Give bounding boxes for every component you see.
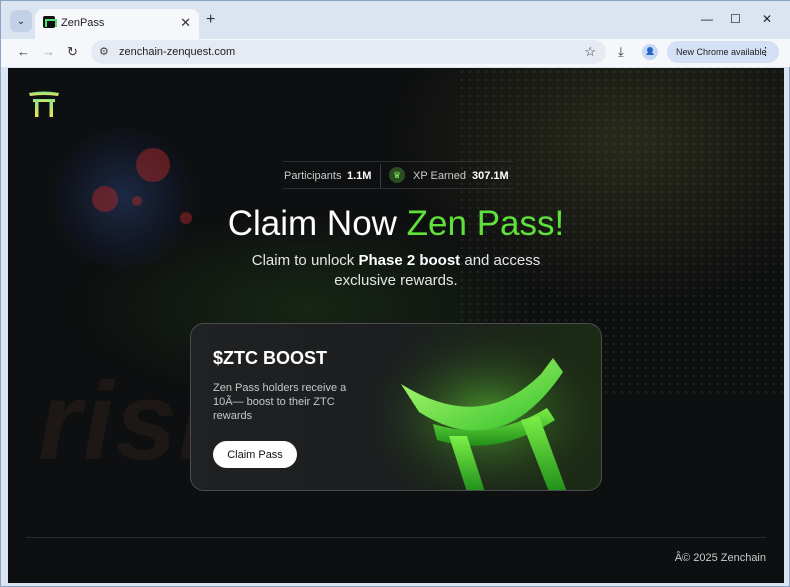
subtitle-part-1: Claim to unlock: [251, 252, 359, 269]
stats-bar: Participants 1.1M ♛ XP Earned 307.1M: [283, 161, 513, 189]
reload-button[interactable]: ↻: [67, 44, 78, 60]
page-title: Claim Now Zen Pass!: [8, 204, 784, 244]
tab-title: ZenPass: [61, 17, 105, 29]
subtitle-bold: Phase 2 boost: [358, 252, 461, 269]
tab-search-button[interactable]: ⌄: [10, 10, 32, 32]
minimize-button[interactable]: —: [701, 12, 713, 26]
card-title: $ZTC BOOST: [213, 348, 328, 368]
address-bar[interactable]: ⚙ zenchain-zenquest.com ☆: [91, 40, 606, 64]
download-icon[interactable]: ⤓: [618, 44, 624, 60]
tab-bar: ⌄ ZenPass ✕ + — ☐ ✕: [1, 1, 790, 39]
footer-copyright: Â© 2025 Zenchain: [674, 552, 766, 564]
zenpass-favicon-icon: [43, 16, 57, 28]
chrome-update-button[interactable]: New Chrome available ⋮: [667, 41, 779, 63]
browser-toolbar: ← → ↻ ⚙ zenchain-zenquest.com ☆ ⤓ New Ch…: [1, 39, 790, 67]
browser-window: ⌄ ZenPass ✕ + — ☐ ✕ ← → ↻ ⚙ zenchain-zen…: [0, 0, 790, 587]
new-tab-button[interactable]: +: [206, 12, 215, 28]
maximize-button[interactable]: ☐: [730, 12, 741, 26]
back-button[interactable]: ←: [17, 44, 30, 59]
boost-card: $ZTC BOOST Zen Pass holders receive a 10…: [190, 323, 602, 491]
tab-close-icon[interactable]: ✕: [180, 15, 191, 31]
zenchain-logo-icon[interactable]: [28, 90, 60, 118]
chrome-update-label: New Chrome available: [676, 47, 767, 57]
background-red-blob: [136, 148, 170, 182]
site-info-icon[interactable]: ⚙: [99, 45, 109, 58]
page-subtitle: Claim to unlock Phase 2 boost and access…: [246, 251, 546, 291]
trophy-icon: ♛: [389, 167, 405, 183]
bookmark-star-icon[interactable]: ☆: [584, 44, 596, 60]
profile-avatar-icon[interactable]: [642, 44, 658, 60]
footer-divider: [26, 537, 766, 538]
participants-label: Participants: [284, 170, 342, 182]
card-description: Zen Pass holders receive a 10Ã— boost to…: [213, 382, 347, 422]
participants-value: 1.1M: [347, 170, 372, 182]
stats-divider: [380, 164, 381, 188]
url-text[interactable]: zenchain-zenquest.com: [119, 46, 235, 58]
headline-accent: Zen Pass!: [406, 204, 565, 243]
xp-value: 307.1M: [472, 170, 509, 182]
close-window-button[interactable]: ✕: [762, 12, 772, 26]
headline-main: Claim Now: [227, 204, 407, 243]
xp-label: XP Earned: [413, 170, 467, 182]
claim-pass-button[interactable]: Claim Pass: [213, 441, 297, 468]
more-menu-icon[interactable]: ⋮: [760, 45, 771, 58]
tab-zenpass[interactable]: ZenPass ✕: [35, 9, 199, 39]
zen-pass-3d-logo-icon: [371, 324, 601, 490]
page-content: risk.com Participants 1.1M ♛ XP Earned 3…: [8, 68, 784, 583]
forward-button[interactable]: →: [42, 44, 55, 59]
